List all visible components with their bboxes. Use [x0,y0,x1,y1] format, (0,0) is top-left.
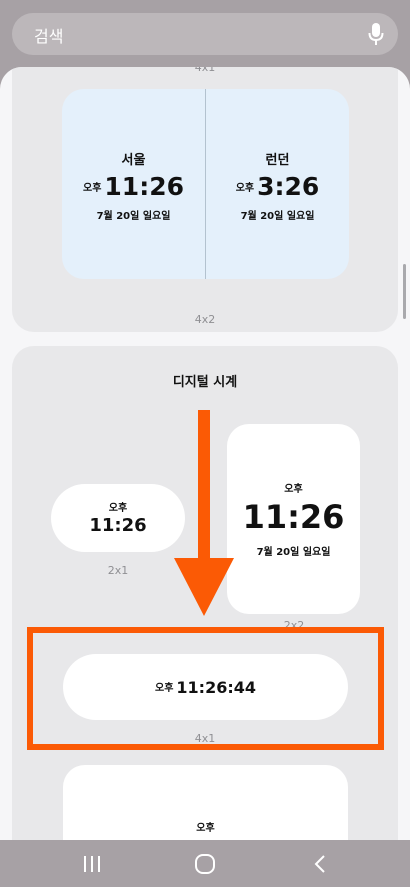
home-icon[interactable] [193,852,217,876]
annotation-highlight-box [27,627,384,750]
section-title: 디지털 시계 [172,375,238,390]
clock-time: 11:26 [104,172,184,201]
annotation-arrow [174,410,234,616]
digital-clock-widget-large[interactable]: 오후 [63,765,348,840]
digital-clock-widget-2x2[interactable]: 오후 11:26 7월 20일 일요일 [227,424,360,614]
search-bar[interactable]: 검색 [12,13,398,55]
back-icon[interactable] [309,852,333,876]
clock-london: 런던 오후 3:26 7월 20일 일요일 [206,89,349,279]
city-name: 런던 [265,153,290,168]
navigation-bar [0,840,410,887]
recent-apps-icon[interactable] [80,852,104,876]
ampm-label: 오후 [83,183,102,194]
scroll-indicator[interactable] [403,264,406,319]
clock-time: 11:26 [242,498,345,536]
clock-date: 7월 20일 일요일 [240,211,315,222]
clock-time: 3:26 [257,172,320,201]
dual-clock-card: 4x1 서울 오후 11:26 7월 20일 일요일 런던 오후 3:26 7월 2… [12,67,398,332]
clock-seoul: 서울 오후 11:26 7월 20일 일요일 [62,89,205,279]
microphone-icon[interactable] [368,22,384,46]
search-input[interactable]: 검색 [34,23,63,47]
size-label: 2x1 [107,564,129,577]
ampm-label: 오후 [235,183,255,194]
dual-clock-widget[interactable]: 서울 오후 11:26 7월 20일 일요일 런던 오후 3:26 7월 20일 일… [62,89,349,279]
digital-clock-widget-2x1[interactable]: 오후 11:26 [51,484,185,552]
clock-date: 7월 20일 일요일 [256,547,331,558]
ampm-label: 오후 [108,503,128,514]
ampm-label: 오후 [196,823,215,834]
clock-date: 7월 20일 일요일 [96,211,171,222]
size-label-prev: 4x1 [194,67,216,74]
city-name: 서울 [121,153,146,168]
clock-time: 11:26 [89,515,147,536]
size-label: 4x2 [194,313,216,326]
ampm-label: 오후 [284,484,303,495]
